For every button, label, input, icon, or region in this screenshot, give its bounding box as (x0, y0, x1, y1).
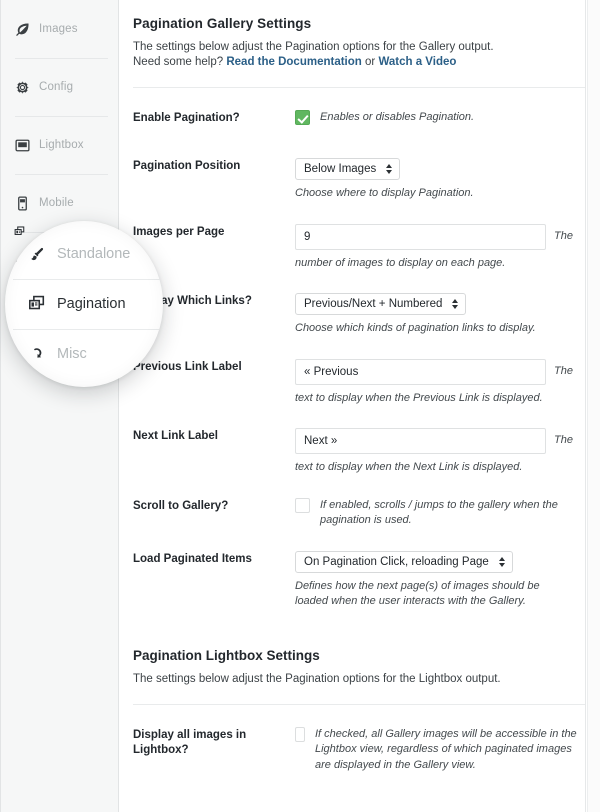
sidebar-item-label: Mobile (39, 197, 74, 209)
sidebar-item-label: Lightbox (39, 139, 84, 151)
page-title: Pagination Gallery Settings (133, 16, 312, 31)
row-pagination-position: Pagination Position Below Images Choose … (133, 136, 585, 202)
sidebar-item-images[interactable]: Images (1, 0, 118, 58)
load-paginated-items-help: Defines how the next page(s) of images s… (295, 579, 540, 608)
gallery-desc-or: or (361, 56, 379, 68)
next-link-help-after: The (554, 434, 573, 446)
display-which-links-help: Choose which kinds of pagination links t… (295, 322, 536, 334)
gallery-desc-line1: The settings below adjust the Pagination… (133, 41, 494, 53)
gallery-section-description: The settings below adjust the Pagination… (133, 40, 585, 70)
row-enable-pagination: Enable Pagination? Enables or disables P… (133, 88, 585, 136)
settings-page: Images Config Lightbox Mobile Standalone (0, 0, 600, 812)
display-which-links-value: Previous/Next + Numbered (304, 298, 443, 310)
brush-icon (27, 245, 46, 264)
gear-icon (15, 80, 30, 95)
sidebar-item-lightbox[interactable]: Lightbox (1, 116, 118, 174)
leaf-icon (15, 22, 30, 37)
pagination-position-value: Below Images (304, 163, 377, 175)
row-display-all-in-lightbox: Display all images in Lightbox? If check… (133, 705, 585, 774)
magnifier-loupe: Standalone Pagination Misc (5, 221, 163, 387)
display-all-in-lightbox-help: If checked, all Gallery images will be a… (315, 727, 577, 771)
load-paginated-items-label: Load Paginated Items (133, 552, 252, 565)
magnified-item-label: Standalone (57, 246, 131, 262)
pagination-position-help: Choose where to display Pagination. (295, 187, 474, 199)
images-per-page-input[interactable] (295, 223, 546, 250)
next-link-label-input[interactable] (295, 428, 546, 454)
magnified-item-pagination[interactable]: Pagination (13, 279, 163, 329)
chevron-stepper-icon (452, 299, 459, 309)
row-images-per-page: Images per Page The number of images to … (133, 202, 585, 272)
load-paginated-items-select[interactable]: On Pagination Click, reloading Page (295, 550, 513, 573)
scroll-to-gallery-label: Scroll to Gallery? (133, 499, 229, 512)
enable-pagination-checkbox[interactable] (295, 110, 310, 125)
images-per-page-help-after: The (554, 229, 573, 242)
display-all-in-lightbox-label: Display all images in Lightbox? (133, 728, 247, 756)
row-scroll-to-gallery: Scroll to Gallery? If enabled, scrolls /… (133, 476, 585, 529)
pagination-position-select[interactable]: Below Images (295, 158, 401, 180)
display-all-in-lightbox-checkbox[interactable] (295, 726, 305, 742)
previous-link-label-input[interactable] (295, 358, 546, 385)
row-next-link-label: Next Link Label The text to display when… (133, 406, 585, 476)
row-previous-link-label: Previous Link Label The text to display … (133, 337, 585, 407)
settings-main-panel: Pagination Gallery Settings The settings… (120, 0, 586, 812)
phone-icon (15, 195, 30, 211)
lightbox-section-title: Pagination Lightbox Settings (133, 647, 320, 663)
next-link-label-help: text to display when the Next Link is di… (295, 461, 523, 473)
sidebar-item-label: Images (39, 23, 78, 35)
lightbox-section-description: The settings below adjust the Pagination… (133, 672, 501, 685)
scroll-to-gallery-checkbox[interactable] (295, 497, 310, 513)
misc-icon (27, 345, 46, 364)
magnified-item-misc[interactable]: Misc (13, 329, 163, 379)
scroll-to-gallery-help: If enabled, scrolls / jumps to the galle… (320, 498, 558, 527)
previous-link-label-help: text to display when the Previous Link i… (295, 391, 543, 404)
pagination-icon (27, 295, 46, 314)
previous-link-help-after: The (554, 364, 573, 377)
watch-a-video-link[interactable]: Watch a Video (378, 56, 456, 68)
images-per-page-help: number of images to display on each page… (295, 256, 506, 269)
load-paginated-items-value: On Pagination Click, reloading Page (304, 555, 489, 568)
pagination-icon (14, 226, 27, 244)
gallery-desc-line2-prefix: Need some help? (133, 56, 227, 68)
magnified-item-label: Misc (57, 346, 87, 362)
enable-pagination-help: Enables or disables Pagination. (320, 111, 475, 123)
sidebar: Images Config Lightbox Mobile Standalone (0, 0, 119, 812)
magnified-item-standalone[interactable]: Standalone (27, 229, 163, 279)
pagination-position-label: Pagination Position (133, 160, 241, 172)
row-display-which-links: Display Which Links? Previous/Next + Num… (133, 271, 585, 337)
sidebar-item-label: Config (39, 81, 74, 93)
display-which-links-select[interactable]: Previous/Next + Numbered (295, 293, 467, 315)
row-load-paginated-items: Load Paginated Items On Pagination Click… (133, 529, 585, 610)
magnified-item-label: Pagination (57, 296, 126, 312)
enable-pagination-label: Enable Pagination? (133, 112, 240, 124)
chevron-stepper-icon (386, 164, 393, 174)
chevron-stepper-icon (498, 556, 505, 567)
next-link-label-label: Next Link Label (133, 430, 218, 442)
read-documentation-link[interactable]: Read the Documentation (226, 56, 361, 68)
monitor-icon (15, 138, 30, 153)
sidebar-item-config[interactable]: Config (1, 58, 118, 116)
page-right-gutter (587, 0, 600, 812)
